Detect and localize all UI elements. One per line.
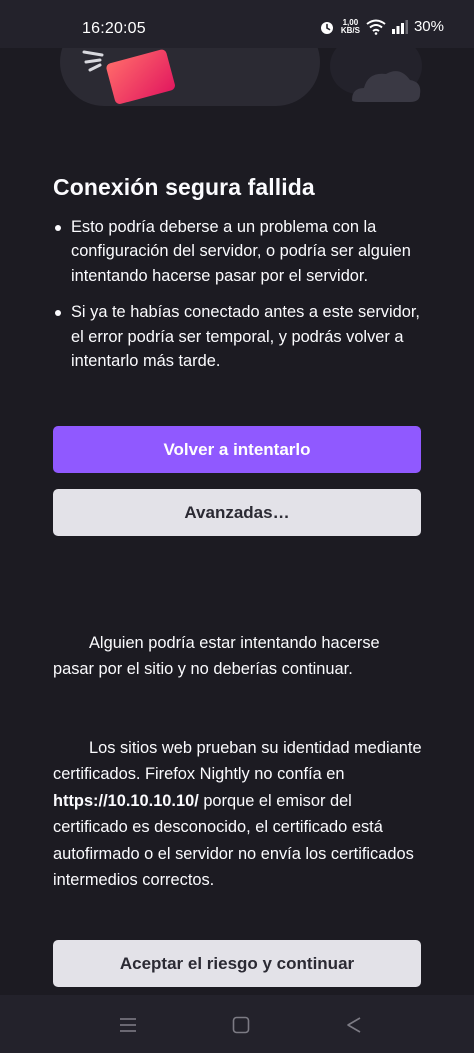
page-title: Conexión segura fallida — [53, 174, 315, 200]
advanced-button[interactable]: Avanzadas… — [53, 489, 421, 536]
status-icons: 1,00 KB/S 30% — [319, 18, 444, 35]
status-time: 16:20:05 — [82, 20, 146, 37]
signal-icon — [391, 19, 408, 34]
home-icon[interactable] — [229, 1013, 253, 1037]
certificate-explanation: Los sitios web prueban su identidad medi… — [53, 735, 423, 893]
battery-level: 30% — [413, 18, 444, 35]
warning-text: Alguien podría estar intentando hacerse … — [53, 634, 380, 679]
cert-host: https://10.10.10.10/ — [53, 791, 199, 810]
system-nav-bar — [0, 995, 474, 1053]
error-content: Conexión segura fallida Esto podría debe… — [53, 174, 423, 385]
screen: 16:20:05 1,00 KB/S 30% Conexión segura f… — [0, 0, 474, 1053]
back-icon[interactable] — [342, 1013, 366, 1037]
illustration-cloud-shape — [60, 18, 320, 106]
alarm-icon — [319, 19, 335, 35]
accept-risk-button[interactable]: Aceptar el riesgo y continuar — [53, 940, 421, 987]
error-illustration — [0, 18, 474, 118]
net-speed: 1,00 KB/S — [340, 18, 360, 35]
bullet-item: Si ya te habías conectado antes a este s… — [53, 300, 423, 373]
menu-icon[interactable] — [116, 1013, 140, 1037]
bullet-item: Esto podría deberse a un problema con la… — [53, 215, 423, 288]
net-speed-unit: KB/S — [340, 25, 360, 35]
status-bar: 16:20:05 1,00 KB/S 30% — [0, 0, 474, 48]
cert-text-before: Los sitios web prueban su identidad medi… — [53, 739, 422, 784]
error-bullets: Esto podría deberse a un problema con la… — [53, 215, 423, 373]
retry-button[interactable]: Volver a intentarlo — [53, 426, 421, 473]
wifi-icon — [366, 19, 386, 35]
